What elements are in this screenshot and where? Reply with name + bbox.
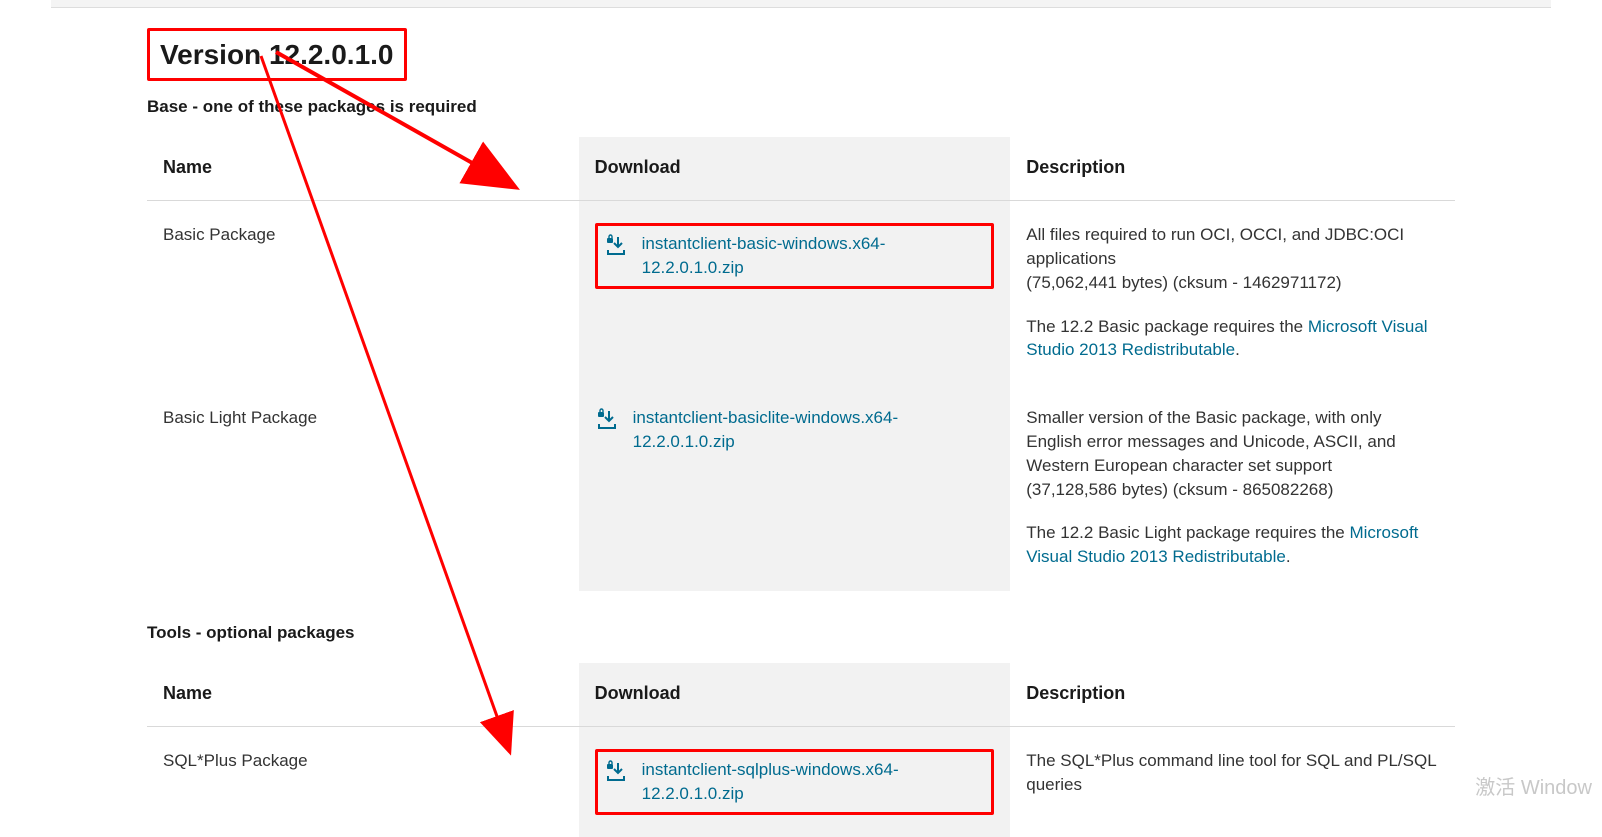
package-description: The SQL*Plus command line tool for SQL a… <box>1010 726 1455 836</box>
desc-suffix: . <box>1235 340 1240 359</box>
package-description: All files required to run OCI, OCCI, and… <box>1010 201 1455 384</box>
download-link-sqlplus[interactable]: instantclient-sqlplus-windows.x64-12.2.0… <box>604 758 912 806</box>
table-row: Basic Light Package instant <box>147 384 1455 591</box>
window-topbar <box>51 0 1551 8</box>
download-filename: instantclient-basiclite-windows.x64-12.2… <box>633 406 995 454</box>
download-filename: instantclient-sqlplus-windows.x64-12.2.0… <box>642 758 912 806</box>
package-description: Smaller version of the Basic package, wi… <box>1010 384 1455 591</box>
col-header-description: Description <box>1010 137 1455 201</box>
col-header-name: Name <box>147 137 579 201</box>
col-header-download: Download <box>579 137 1011 201</box>
package-name: Basic Package <box>147 201 579 384</box>
desc-prefix: The 12.2 Basic Light package requires th… <box>1026 523 1349 542</box>
tools-section-subtitle: Tools - optional packages <box>147 621 1455 645</box>
base-packages-table: Name Download Description Basic Package <box>147 137 1455 591</box>
tools-packages-table: Name Download Description SQL*Plus Packa… <box>147 663 1455 837</box>
desc-suffix: . <box>1286 547 1291 566</box>
desc-text: The SQL*Plus command line tool for SQL a… <box>1026 751 1436 794</box>
download-link-basic[interactable]: instantclient-basic-windows.x64-12.2.0.1… <box>604 232 922 280</box>
col-header-description: Description <box>1010 663 1455 727</box>
download-lock-icon <box>595 408 619 432</box>
package-name: SQL*Plus Package <box>147 726 579 836</box>
desc-text: Smaller version of the Basic package, wi… <box>1026 408 1395 475</box>
version-title: Version 12.2.0.1.0 <box>147 28 407 81</box>
col-header-download: Download <box>579 663 1011 727</box>
desc-bytes: (37,128,586 bytes) (cksum - 865082268) <box>1026 480 1333 499</box>
download-lock-icon <box>604 760 628 784</box>
download-link-basiclite[interactable]: instantclient-basiclite-windows.x64-12.2… <box>595 406 995 454</box>
table-row: Basic Package <box>147 201 1455 384</box>
download-filename: instantclient-basic-windows.x64-12.2.0.1… <box>642 232 922 280</box>
download-lock-icon <box>604 234 628 258</box>
col-header-name: Name <box>147 663 579 727</box>
desc-bytes: (75,062,441 bytes) (cksum - 1462971172) <box>1026 273 1341 292</box>
page-container: Version 12.2.0.1.0 Base - one of these p… <box>51 0 1551 837</box>
desc-prefix: The 12.2 Basic package requires the <box>1026 317 1308 336</box>
desc-text: All files required to run OCI, OCCI, and… <box>1026 225 1404 268</box>
package-name: Basic Light Package <box>147 384 579 591</box>
base-section-subtitle: Base - one of these packages is required <box>147 95 1455 119</box>
table-row: SQL*Plus Package <box>147 726 1455 836</box>
